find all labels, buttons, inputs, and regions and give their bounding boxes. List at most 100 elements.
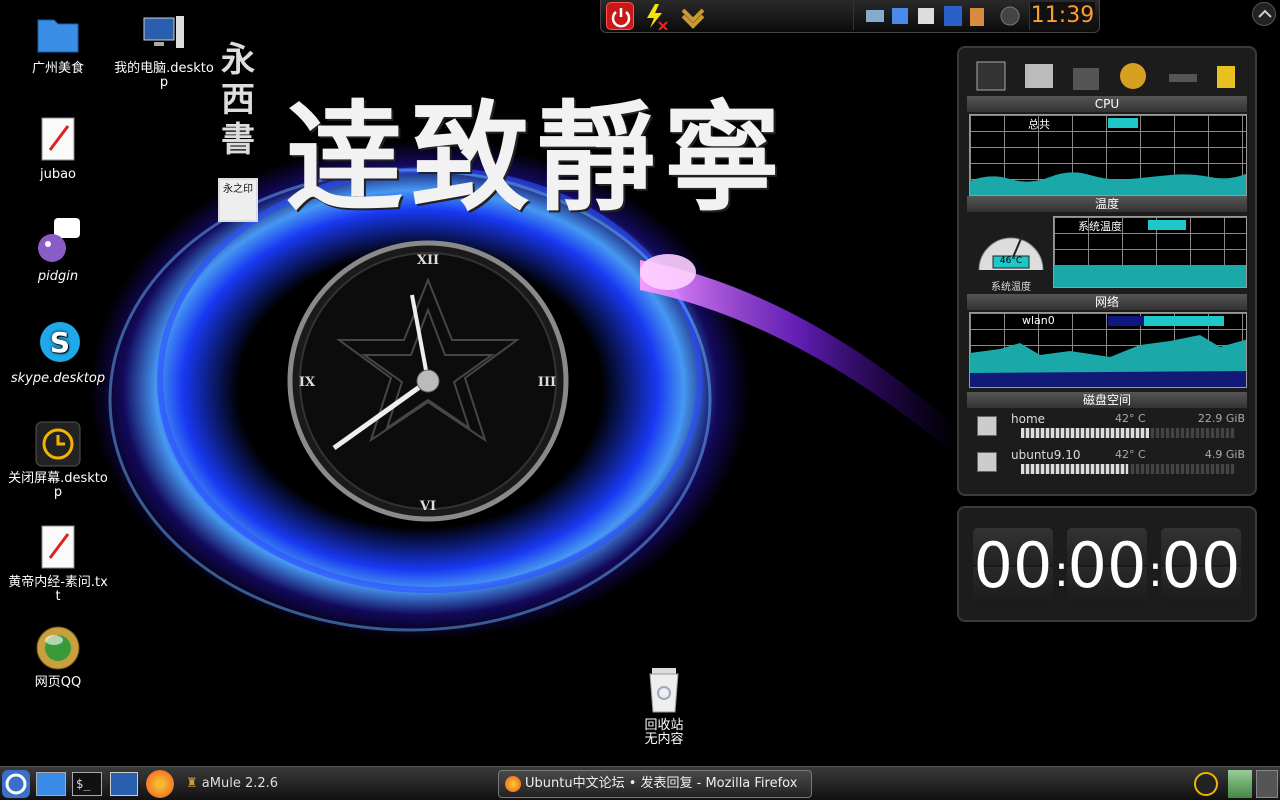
skype-icon: S xyxy=(34,320,82,368)
trash-label: 回收站 无内容 xyxy=(641,718,687,748)
firefox-icon xyxy=(505,776,521,792)
tray-icons xyxy=(853,2,1023,30)
pager-icon[interactable] xyxy=(1256,770,1278,798)
timer-seconds: 00 xyxy=(1161,528,1241,604)
clock-numeral-3: III xyxy=(538,375,556,390)
kde-menu-icon[interactable] xyxy=(2,770,30,798)
temperature-icon xyxy=(1073,68,1099,90)
show-desktop-icon[interactable] xyxy=(36,772,66,796)
trash-icon xyxy=(640,666,688,714)
power-icon[interactable] xyxy=(606,2,634,30)
timer-minutes: 00 xyxy=(1067,528,1147,604)
desktop-icon-label: 广州美食 xyxy=(31,61,84,76)
harddisk-icon xyxy=(1025,64,1053,88)
computer-icon xyxy=(140,10,188,58)
timer-separator: : xyxy=(1054,546,1069,597)
svg-text:S: S xyxy=(50,326,70,359)
desktop-icon-jubao[interactable]: jubao xyxy=(8,116,108,182)
desktop-icon-label: pidgin xyxy=(37,269,79,284)
desktop-icon-label: jubao xyxy=(39,167,77,182)
cpu-section-title: CPU xyxy=(967,96,1247,112)
temperature-graph-label: 系统温度 xyxy=(1078,220,1122,233)
clock-numeral-6: VI xyxy=(419,499,436,514)
task-amule-label: aMule 2.2.6 xyxy=(201,776,279,791)
pidgin-icon xyxy=(34,218,82,266)
clock-numeral-9: IX xyxy=(299,375,316,390)
temperature-gauge-value: 46°C xyxy=(999,256,1023,266)
network-graph: wlan0 xyxy=(969,312,1247,388)
bottom-taskbar: $_ ♜ aMule 2.2.6 Ubuntu中文论坛 • 发表回复 - Moz… xyxy=(0,766,1280,800)
text-file-icon xyxy=(34,116,82,164)
network-at-icon xyxy=(1120,63,1146,89)
disk-size: 4.9 GiB xyxy=(1204,448,1245,461)
desktop-icon-label: 黄帝内经-素问.txt xyxy=(8,575,108,604)
chevron-down-icon[interactable] xyxy=(679,2,707,30)
computer-icon[interactable] xyxy=(110,772,138,796)
panel-clock[interactable]: 11:39 xyxy=(1029,2,1095,30)
task-amule[interactable]: ♜ aMule 2.2.6 xyxy=(186,771,278,797)
chevron-up-icon[interactable] xyxy=(1252,2,1276,26)
paint-icon xyxy=(970,8,984,26)
disk-temp: 42° C xyxy=(1115,448,1146,461)
digital-timer-widget[interactable]: 00 : 00 : 00 xyxy=(957,506,1257,622)
folder-icon xyxy=(34,10,82,58)
disk-section-title: 磁盘空间 xyxy=(967,392,1247,408)
timer-hours: 00 xyxy=(973,528,1053,604)
top-panel: 11:39 xyxy=(600,0,1100,33)
terminal-icon[interactable]: $_ xyxy=(72,772,102,796)
desktop-icon-screen-off[interactable]: 关闭屏幕.desktop xyxy=(8,420,108,500)
desktop-icon-label: 关闭屏幕.desktop xyxy=(8,471,108,500)
memory-icon xyxy=(1169,74,1197,82)
clock-icon xyxy=(34,420,82,468)
wallpaper-side-text: 永西書 xyxy=(221,40,255,160)
sysmon-tab-icons xyxy=(973,60,1243,94)
firefox-icon[interactable] xyxy=(146,770,174,798)
disk-size: 22.9 GiB xyxy=(1197,412,1245,425)
desktop-icon-my-computer[interactable]: 我的电脑.desktop xyxy=(114,10,214,90)
temperature-gauge-label: 系统温度 xyxy=(991,282,1031,293)
temperature-section-title: 温度 xyxy=(967,196,1247,212)
bluetooth-icon xyxy=(892,8,908,24)
wallpaper-seal: 永之印 xyxy=(218,178,258,222)
lightning-icon[interactable] xyxy=(641,2,669,31)
timer-separator: : xyxy=(1148,546,1163,597)
database-icon[interactable] xyxy=(1228,770,1252,798)
task-firefox-label: Ubuntu中文论坛 • 发表回复 - Mozilla Firefox xyxy=(525,776,798,791)
desktop-icon-webqq[interactable]: 网页QQ xyxy=(8,624,108,690)
network-icon xyxy=(866,10,884,22)
system-monitor-widget[interactable]: CPU 总共 温度 46°C 系统温度 系统温度 网络 wlan0 磁盘空间 h… xyxy=(957,46,1257,496)
analog-clock-widget[interactable]: XII III VI IX xyxy=(287,240,569,522)
task-firefox[interactable]: Ubuntu中文论坛 • 发表回复 - Mozilla Firefox xyxy=(498,770,812,798)
globe-icon xyxy=(34,624,82,672)
disk-usage-bar xyxy=(1021,428,1235,438)
desktop-icon-huangdi-neijing[interactable]: 黄帝内经-素问.txt xyxy=(8,524,108,604)
cpu-icon xyxy=(976,61,1006,91)
disk-name: ubuntu9.10 xyxy=(1011,448,1081,462)
clipboard-icon xyxy=(918,8,934,24)
info-icon xyxy=(1000,6,1020,26)
clock-numeral-12: XII xyxy=(417,253,439,268)
desktop-icon-label: 我的电脑.desktop xyxy=(114,61,214,90)
disk-usage-fill xyxy=(1021,428,1150,438)
harddisk-icon xyxy=(977,452,997,472)
clock-icon[interactable] xyxy=(1194,772,1218,796)
amule-icon: ♜ xyxy=(186,776,198,791)
temperature-gauge: 46°C 系统温度 xyxy=(973,216,1049,293)
text-file-icon xyxy=(34,524,82,572)
disk-usage-fill xyxy=(1021,464,1128,474)
disk-usage-bar xyxy=(1021,464,1235,474)
disk-temp: 42° C xyxy=(1115,412,1146,425)
network-section-title: 网络 xyxy=(967,294,1247,310)
disk-row-ubuntu: ubuntu9.10 42° C 4.9 GiB xyxy=(977,448,1245,478)
desktop-icon-pidgin[interactable]: pidgin xyxy=(8,218,108,284)
battery-icon xyxy=(1217,66,1235,88)
disk-name: home xyxy=(1011,412,1046,426)
desktop-icon-guangzhou-food[interactable]: 广州美食 xyxy=(8,10,108,76)
desktop-icon-label: 网页QQ xyxy=(34,675,82,690)
cpu-graph: 总共 xyxy=(969,114,1247,196)
trash-icon-item[interactable]: 回收站 无内容 xyxy=(614,666,714,748)
desktop-icon-label: skype.desktop xyxy=(10,371,106,386)
disk-row-home: home 42° C 22.9 GiB xyxy=(977,412,1245,442)
temperature-graph: 系统温度 xyxy=(1053,216,1247,288)
desktop-icon-skype[interactable]: S skype.desktop xyxy=(8,320,108,386)
